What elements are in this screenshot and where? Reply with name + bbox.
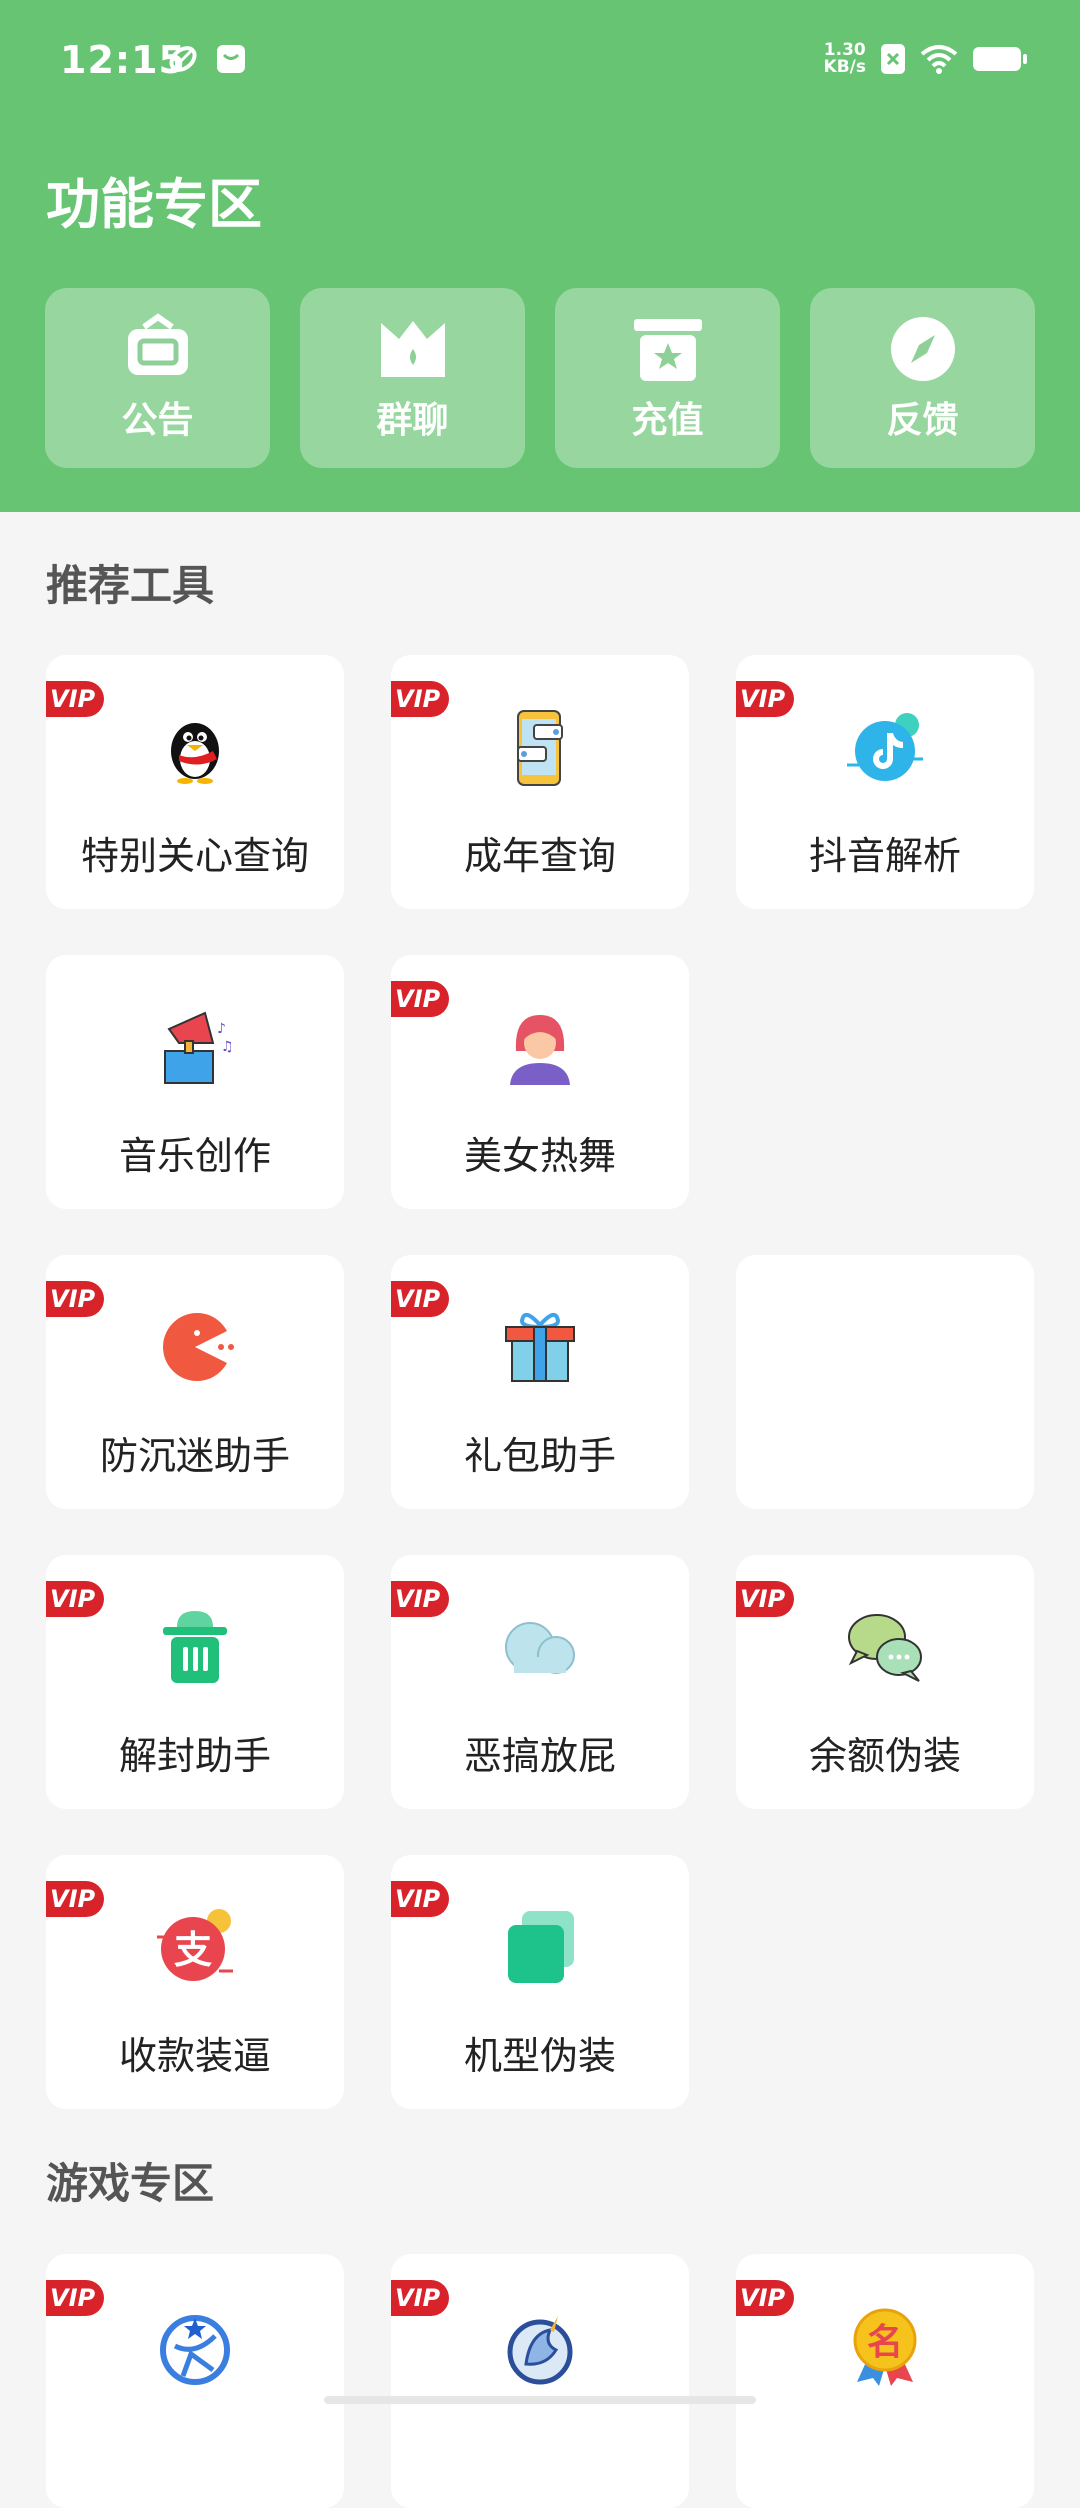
tool-card-adult-check[interactable]: VIP 成年查询 bbox=[391, 655, 689, 909]
layers-icon bbox=[508, 1911, 574, 1983]
quick-action-notice[interactable]: 公告 bbox=[45, 288, 270, 468]
tool-label: 礼包助手 bbox=[463, 1434, 616, 1478]
tool-label: 成年查询 bbox=[463, 834, 616, 878]
trash-can-icon bbox=[163, 1611, 227, 1683]
notice-icon bbox=[127, 313, 188, 375]
compass-icon bbox=[890, 317, 955, 381]
quick-action-label: 公告 bbox=[121, 400, 194, 441]
tiktok-icon bbox=[847, 713, 923, 781]
tool-card-music-create[interactable]: ♪ ♫ 音乐创作 bbox=[46, 955, 344, 1209]
tool-label: 机型伪装 bbox=[463, 2034, 616, 2078]
tool-card-empty[interactable] bbox=[736, 1255, 1034, 1509]
globe-star-icon bbox=[160, 2315, 230, 2385]
svg-text:♫: ♫ bbox=[221, 1039, 234, 1055]
tool-label: 收款装逼 bbox=[118, 2034, 271, 2078]
tool-card-unban[interactable]: VIP 解封助手 bbox=[46, 1555, 344, 1809]
tool-card-douyin-parse[interactable]: VIP 抖音解析 bbox=[736, 655, 1034, 909]
quick-actions: 公告 群聊 充值 反馈 bbox=[45, 288, 1035, 468]
tool-card-special-care[interactable]: VIP 特别关心查询 bbox=[46, 655, 344, 909]
tool-label: 音乐创作 bbox=[118, 1134, 271, 1178]
quick-action-label: 充值 bbox=[631, 400, 704, 441]
cloud-icon bbox=[505, 1622, 575, 1674]
chat-bubbles-icon bbox=[848, 1614, 922, 1682]
tool-label: 抖音解析 bbox=[808, 834, 961, 878]
header-banner: 12:15 1.30 KB/s 功能专区 公告 群聊 充值 反馈 bbox=[0, 0, 1080, 512]
tool-label: 余额伪装 bbox=[808, 1734, 961, 1778]
phone-chat-icon bbox=[517, 710, 563, 786]
dragon-icon bbox=[507, 2316, 573, 2385]
quick-action-label: 群聊 bbox=[376, 400, 449, 441]
penguin-icon bbox=[171, 723, 219, 784]
battery-icon bbox=[973, 47, 1027, 71]
svg-text:♪: ♪ bbox=[217, 1021, 226, 1037]
section-title-tools: 推荐工具 bbox=[46, 561, 215, 610]
vip-badge: VIP bbox=[736, 1581, 794, 1617]
wifi-icon bbox=[920, 45, 958, 74]
vip-badge: VIP bbox=[391, 2280, 449, 2316]
home-indicator[interactable] bbox=[324, 2396, 756, 2404]
svg-text:支: 支 bbox=[174, 1928, 212, 1972]
tool-label: 防沉迷助手 bbox=[99, 1434, 290, 1478]
vip-badge: VIP bbox=[391, 981, 449, 1017]
tool-card-prank-fart[interactable]: VIP 恶搞放屁 bbox=[391, 1555, 689, 1809]
game-card-2[interactable]: VIP bbox=[391, 2254, 689, 2508]
medal-text: 名 bbox=[867, 2322, 903, 2363]
gift-icon bbox=[505, 1313, 575, 1382]
tool-card-payment-show[interactable]: VIP 支 收款装逼 bbox=[46, 1855, 344, 2109]
tool-label: 美女热舞 bbox=[463, 1134, 616, 1178]
alipay-icon: 支 bbox=[157, 1909, 233, 1981]
page-title: 功能专区 bbox=[46, 173, 262, 236]
quick-action-group-chat[interactable]: 群聊 bbox=[300, 288, 525, 468]
crown-icon bbox=[380, 321, 445, 377]
tool-card-model-fake[interactable]: VIP 机型伪装 bbox=[391, 1855, 689, 2109]
tool-card-gift-helper[interactable]: VIP 礼包助手 bbox=[391, 1255, 689, 1509]
tool-label: 恶搞放屁 bbox=[463, 1734, 616, 1778]
net-speed: 1.30 KB/s bbox=[824, 42, 866, 76]
leaf-notification-icon bbox=[169, 46, 197, 72]
vip-badge: VIP bbox=[46, 2280, 104, 2316]
medal-icon: 名 bbox=[853, 2308, 917, 2386]
tool-card-anti-addiction[interactable]: VIP 防沉迷助手 bbox=[46, 1255, 344, 1509]
status-bar: 12:15 1.30 KB/s bbox=[0, 0, 1080, 130]
quick-action-feedback[interactable]: 反馈 bbox=[810, 288, 1035, 468]
tool-card-dance[interactable]: VIP 美女热舞 bbox=[391, 955, 689, 1209]
sim-off-icon bbox=[881, 44, 905, 74]
vip-badge: VIP bbox=[391, 681, 449, 717]
vip-badge: VIP bbox=[46, 1881, 104, 1917]
vip-badge: VIP bbox=[391, 1581, 449, 1617]
vip-badge: VIP bbox=[46, 1581, 104, 1617]
vip-badge: VIP bbox=[736, 681, 794, 717]
net-speed-unit: KB/s bbox=[823, 57, 866, 77]
vip-badge: VIP bbox=[46, 681, 104, 717]
vip-badge: VIP bbox=[46, 1281, 104, 1317]
pacman-icon bbox=[163, 1313, 234, 1381]
gift-box-icon bbox=[633, 319, 702, 381]
vip-badge: VIP bbox=[736, 2280, 794, 2316]
game-card-3[interactable]: VIP 名 bbox=[736, 2254, 1034, 2508]
section-title-games: 游戏专区 bbox=[46, 2159, 215, 2208]
vip-badge: VIP bbox=[391, 1881, 449, 1917]
gramophone-icon: ♪ ♫ bbox=[164, 1011, 234, 1084]
quick-action-label: 反馈 bbox=[886, 400, 959, 441]
tool-label: 解封助手 bbox=[118, 1734, 271, 1778]
message-notification-icon bbox=[217, 45, 245, 73]
girl-avatar-icon bbox=[510, 1015, 570, 1085]
game-card-1[interactable]: VIP bbox=[46, 2254, 344, 2508]
tool-label: 特别关心查询 bbox=[80, 834, 309, 878]
vip-badge: VIP bbox=[391, 1281, 449, 1317]
quick-action-recharge[interactable]: 充值 bbox=[555, 288, 780, 468]
tool-card-balance-fake[interactable]: VIP 余额伪装 bbox=[736, 1555, 1034, 1809]
